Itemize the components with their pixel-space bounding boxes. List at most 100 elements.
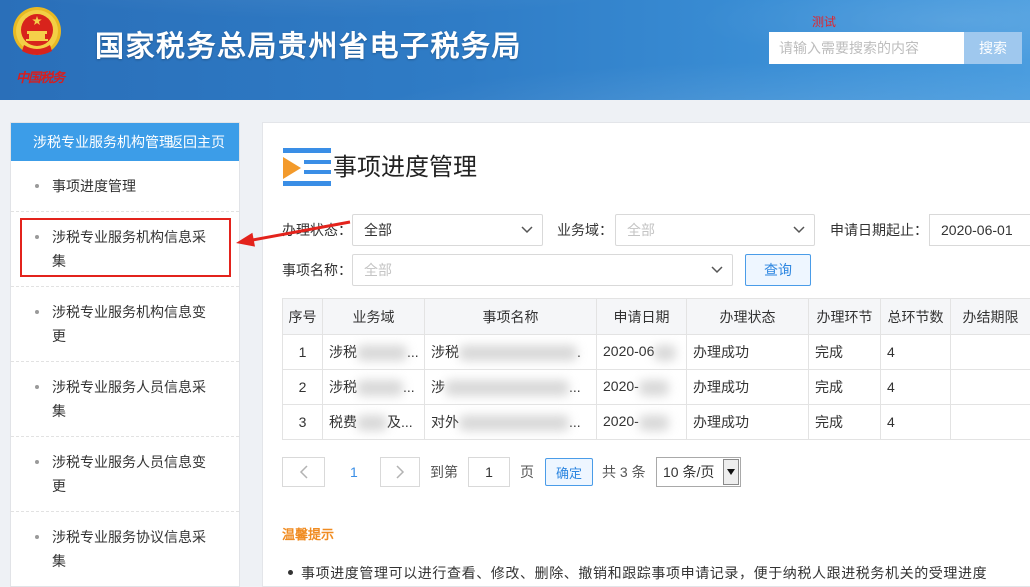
table-row[interactable]: 3 税费 及... 对外... 2020- 办理成功 完成 4 <box>282 404 1030 440</box>
status-filter-label: 办理状态： <box>282 222 352 238</box>
cell-text: 及... <box>387 414 413 430</box>
goto-confirm-button[interactable]: 确定 <box>545 458 593 486</box>
bullet-icon <box>35 385 39 389</box>
list-play-icon <box>283 148 331 186</box>
cell-deadline <box>950 404 1030 440</box>
next-page-button[interactable] <box>380 457 420 487</box>
cell-text: ... <box>407 344 419 360</box>
main-panel: 事项进度管理 办理状态： 全部 业务域： 全部 申请日期起止： 事项名称： 全部… <box>262 122 1030 587</box>
redaction-blur <box>654 344 677 361</box>
logo-text: 中国税务 <box>16 71 65 86</box>
sidebar: 涉税专业服务机构管理返回主页 事项进度管理 涉税专业服务机构信息采集 涉税专业服… <box>10 122 240 587</box>
cell-domain: 涉税... <box>322 369 425 405</box>
redaction-blur <box>459 345 577 362</box>
cell-index: 3 <box>282 404 323 440</box>
cell-domain: 涉税... <box>322 334 425 370</box>
col-header-status: 办理状态 <box>686 298 809 335</box>
prev-page-button[interactable] <box>282 457 325 487</box>
col-header-apply-date: 申请日期 <box>596 298 687 335</box>
total-count: 共 3 条 <box>602 464 646 480</box>
cell-item-name: 对外... <box>424 404 597 440</box>
redaction-blur <box>459 415 569 432</box>
cell-step: 完成 <box>808 334 881 370</box>
back-home-link[interactable]: 返回主页 <box>169 134 225 150</box>
page-suffix-label: 页 <box>520 464 534 480</box>
cell-step: 完成 <box>808 404 881 440</box>
tips-title: 温馨提示 <box>282 527 335 542</box>
chevron-down-icon <box>711 266 723 274</box>
status-select[interactable]: 全部 <box>352 214 543 246</box>
col-header-total-steps: 总环节数 <box>880 298 951 335</box>
cell-text: 税费 <box>329 414 357 430</box>
domain-select[interactable]: 全部 <box>615 214 815 246</box>
cell-text: 2020-06 <box>603 343 655 360</box>
cell-step: 完成 <box>808 369 881 405</box>
table-row[interactable]: 1 涉税... 涉税. 2020-06 办理成功 完成 4 <box>282 334 1030 370</box>
sidebar-item-label: 涉税专业服务协议信息采集 <box>52 529 206 569</box>
sidebar-item-staff-info-change[interactable]: 涉税专业服务人员信息变更 <box>11 437 239 512</box>
search-input[interactable] <box>769 32 964 64</box>
chevron-down-icon <box>793 226 805 234</box>
sidebar-module-title: 涉税专业服务机构管理 <box>33 134 173 150</box>
col-header-deadline: 办结期限 <box>950 298 1030 335</box>
cell-text: 涉 <box>431 379 445 395</box>
sidebar-item-agreement-info-collect[interactable]: 涉税专业服务协议信息采集 <box>11 512 239 586</box>
cell-total-steps: 4 <box>880 369 951 405</box>
tip-bullet <box>288 570 293 576</box>
tip-text: 事项进度管理可以进行查看、修改、删除、撤销和跟踪事项申请记录，便于纳税人跟进税务… <box>301 565 988 581</box>
col-header-item-name: 事项名称 <box>424 298 597 335</box>
cell-index: 2 <box>282 369 323 405</box>
current-page-number[interactable]: 1 <box>350 457 358 487</box>
redaction-blur <box>357 345 407 362</box>
cell-domain: 税费 及... <box>322 404 425 440</box>
query-button[interactable]: 查询 <box>745 254 811 286</box>
col-header-step: 办理环节 <box>808 298 881 335</box>
bullet-icon <box>35 535 39 539</box>
item-name-filter-label: 事项名称： <box>282 262 352 278</box>
redaction-blur <box>357 415 387 432</box>
cell-item-name: 涉... <box>424 369 597 405</box>
goto-label: 到第 <box>430 464 458 480</box>
cell-deadline <box>950 369 1030 405</box>
sidebar-item-label: 事项进度管理 <box>52 178 136 194</box>
cell-deadline <box>950 334 1030 370</box>
bullet-icon <box>35 184 39 188</box>
date-range-label: 申请日期起止： <box>830 222 928 238</box>
redaction-blur <box>638 414 669 431</box>
sidebar-header: 涉税专业服务机构管理返回主页 <box>11 123 239 161</box>
bullet-icon <box>35 310 39 314</box>
page-title: 事项进度管理 <box>333 154 477 181</box>
cell-text: 2020- <box>603 378 639 395</box>
date-start-input[interactable] <box>929 214 1030 246</box>
redaction-blur <box>357 380 403 397</box>
triangle-down-icon <box>727 469 735 475</box>
cell-apply-date: 2020- <box>596 369 687 405</box>
domain-select-placeholder: 全部 <box>627 222 655 238</box>
page-size-select[interactable]: 10 条/页 <box>656 457 741 487</box>
cell-apply-date: 2020- <box>596 404 687 440</box>
cell-status: 办理成功 <box>686 334 809 370</box>
sidebar-item-agency-info-change[interactable]: 涉税专业服务机构信息变更 <box>11 287 239 362</box>
cell-text: 涉税 <box>431 344 459 360</box>
search-button[interactable]: 搜索 <box>964 32 1022 64</box>
sidebar-item-staff-info-collect[interactable]: 涉税专业服务人员信息采集 <box>11 362 239 437</box>
sidebar-item-progress[interactable]: 事项进度管理 <box>11 161 239 212</box>
tip-item: 事项进度管理可以进行查看、修改、删除、撤销和跟踪事项申请记录，便于纳税人跟进税务… <box>282 563 987 583</box>
cell-index: 1 <box>282 334 323 370</box>
cell-text: 对外 <box>431 414 459 430</box>
cell-text: 涉税 <box>329 379 357 395</box>
item-name-select-placeholder: 全部 <box>364 262 392 278</box>
sidebar-item-label: 涉税专业服务机构信息变更 <box>52 304 206 344</box>
page-size-dropdown-button[interactable] <box>723 459 739 485</box>
cell-text: 涉税 <box>329 344 357 360</box>
cell-status: 办理成功 <box>686 404 809 440</box>
table-row[interactable]: 2 涉税... 涉... 2020- 办理成功 完成 4 <box>282 369 1030 405</box>
item-name-select[interactable]: 全部 <box>352 254 733 286</box>
cell-item-name: 涉税. <box>424 334 597 370</box>
chevron-right-icon <box>396 465 405 479</box>
page-size-value: 10 条/页 <box>663 464 715 480</box>
col-header-index: 序号 <box>282 298 323 335</box>
bullet-icon <box>35 460 39 464</box>
goto-page-input[interactable] <box>468 457 510 487</box>
cell-text: ... <box>569 379 581 395</box>
